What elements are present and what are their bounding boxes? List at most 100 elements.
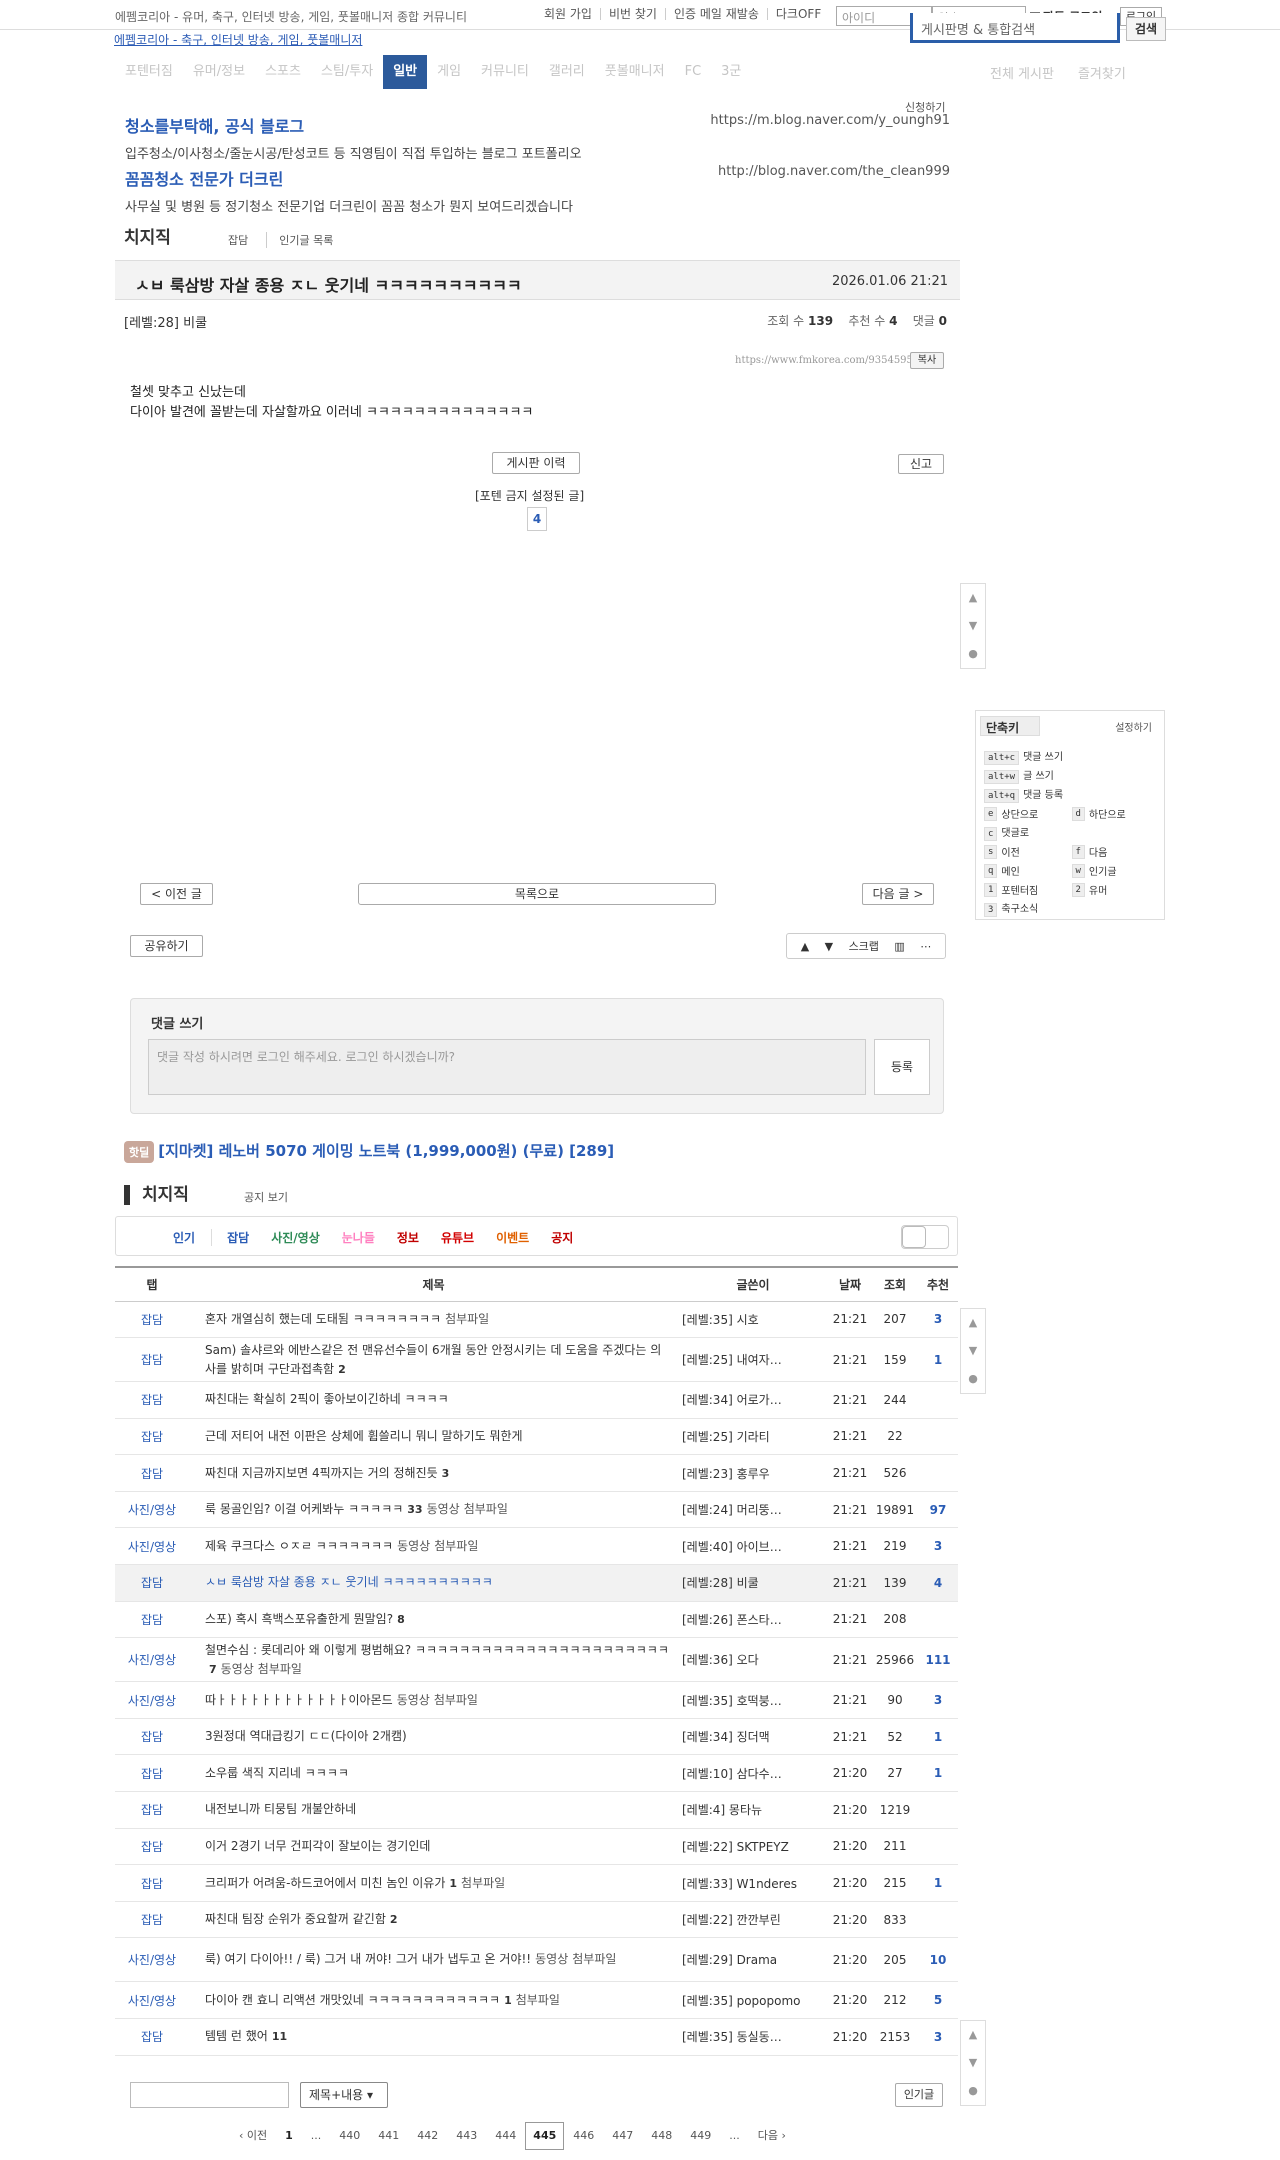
row-category[interactable]: 잡담 bbox=[115, 2018, 189, 2056]
row-title[interactable]: 짜친대 지금까지보면 4픽까지는 거의 정해진듯 bbox=[205, 1466, 438, 1480]
category-tab[interactable]: 공지 bbox=[540, 1229, 584, 1246]
row-title[interactable]: 따ㅏㅏㅏㅏㅏㅏㅏㅏㅏㅏㅏㅏ이아몬드 bbox=[205, 1693, 393, 1707]
scroll-up-icon[interactable]: ▲ bbox=[961, 584, 985, 612]
table-row[interactable]: 잡담 Sam) 솔샤르와 에반스같은 전 맨유선수들이 6개월 동안 안정시키는 … bbox=[115, 1337, 958, 1383]
table-row[interactable]: 잡담 근데 저티어 내전 이판은 상체에 휩쓸리니 뭐니 말하기도 뭐한게 [레벨:… bbox=[115, 1418, 958, 1456]
row-comment-count[interactable]: 3 bbox=[442, 1467, 450, 1480]
row-title[interactable]: 짜친대 팀장 순위가 중요할꺼 같긴함 bbox=[205, 1912, 386, 1926]
ad-title[interactable]: 꼼꼼청소 전문가 더크린 bbox=[125, 166, 573, 190]
nav-item-sports[interactable]: 스포츠 bbox=[255, 55, 311, 89]
category-tab[interactable]: 사진/영상 bbox=[260, 1229, 331, 1246]
scroll-up-icon[interactable]: ▲ bbox=[801, 940, 809, 953]
stats-icon[interactable]: ▥ bbox=[894, 940, 904, 953]
row-title[interactable]: 근데 저티어 내전 이판은 상체에 휩쓸리니 뭐니 말하기도 뭐한게 bbox=[205, 1429, 523, 1443]
comment-textarea[interactable]: 댓글 작성 하시려면 로그인 해주세요. 로그인 하시겠습니까? bbox=[148, 1039, 866, 1095]
row-author[interactable]: [레벨:10] 삼다수… bbox=[678, 1754, 828, 1793]
row-category[interactable]: 사진/영상 bbox=[115, 1681, 189, 1719]
row-category[interactable]: 잡담 bbox=[115, 1791, 189, 1829]
row-title[interactable]: 혼자 개열심히 했는데 도태됨 ㅋㅋㅋㅋㅋㅋㅋㅋ bbox=[205, 1312, 441, 1326]
page-link[interactable]: 448 bbox=[642, 2123, 681, 2149]
row-comment-count[interactable]: 11 bbox=[272, 2030, 287, 2043]
global-search-button[interactable]: 검색 bbox=[1126, 17, 1166, 41]
row-author[interactable]: [레벨:35] 시호 bbox=[678, 1301, 828, 1339]
category-tab[interactable]: 잡담 bbox=[216, 1229, 260, 1246]
row-author[interactable]: [레벨:34] 징더맥 bbox=[678, 1718, 828, 1756]
board-title[interactable]: 치지직 bbox=[124, 223, 171, 248]
table-row[interactable]: 잡담 짜친대 지금까지보면 4픽까지는 거의 정해진듯 3 [레벨:23] 홍루우 21… bbox=[115, 1454, 958, 1492]
nav-item-fc[interactable]: FC bbox=[675, 55, 712, 89]
category-tab[interactable]: 눈나들 bbox=[331, 1229, 386, 1246]
table-row[interactable]: 잡담 스포) 혹시 흑백스포유출한게 뭔말임? 8 [레벨:26] 폰스타… 21:21… bbox=[115, 1601, 958, 1639]
recommend-count[interactable]: 4 bbox=[527, 507, 547, 531]
scroll-down-icon[interactable]: ▼ bbox=[825, 940, 833, 953]
row-category[interactable]: 잡담 bbox=[115, 1381, 189, 1419]
row-author[interactable]: [레벨:29] Drama bbox=[678, 1937, 828, 1983]
row-comment-count[interactable]: 1 bbox=[449, 1877, 457, 1890]
copy-url-button[interactable]: 복사 bbox=[910, 352, 944, 369]
row-comment-count[interactable]: 8 bbox=[397, 1613, 405, 1626]
nav-item-3gun[interactable]: 3군 bbox=[711, 55, 751, 89]
report-button[interactable]: 신고 bbox=[898, 454, 944, 474]
comment-submit-button[interactable]: 등록 bbox=[874, 1039, 930, 1095]
page-link[interactable]: 다음 › bbox=[749, 2123, 795, 2149]
row-category[interactable]: 잡담 bbox=[115, 1418, 189, 1456]
post-url[interactable]: https://www.fmkorea.com/9354595173 bbox=[735, 355, 932, 366]
shortcut-settings-link[interactable]: 설정하기 bbox=[1115, 719, 1152, 734]
board-tab-chat[interactable]: 잡담 bbox=[228, 232, 248, 248]
row-category[interactable]: 잡담 bbox=[115, 1718, 189, 1756]
board-tab-popular[interactable]: 인기글 목록 bbox=[266, 232, 333, 248]
row-title[interactable]: 이거 2경기 너무 건피각이 잘보이는 경기인데 bbox=[205, 1839, 430, 1853]
nav-item-game[interactable]: 게임 bbox=[427, 55, 471, 89]
row-category[interactable]: 잡담 bbox=[115, 1337, 189, 1383]
ad-title[interactable]: 청소를부탁해, 공식 블로그 bbox=[125, 113, 582, 137]
scroll-down-icon[interactable]: ▼ bbox=[961, 1337, 985, 1365]
row-title[interactable]: ㅅㅂ 룩삼방 자살 종용 ㅈㄴ 웃기네 ㅋㅋㅋㅋㅋㅋㅋㅋㅋㅋ bbox=[205, 1575, 493, 1589]
find-password-link[interactable]: 비번 찾기 bbox=[599, 8, 665, 20]
table-row[interactable]: 잡담 템템 런 했어 11 [레벨:35] 동실동… 21:20 2153 3 bbox=[115, 2018, 958, 2056]
row-author[interactable]: [레벨:33] W1nderes bbox=[678, 1864, 828, 1902]
row-category[interactable]: 잡담 bbox=[115, 1864, 189, 1902]
scroll-down-icon[interactable]: ▼ bbox=[961, 612, 985, 640]
comment-jump-icon[interactable]: ● bbox=[961, 2077, 985, 2105]
all-boards-link[interactable]: 전체 게시판 bbox=[990, 63, 1054, 82]
list-board-title[interactable]: 치지직 bbox=[124, 1185, 189, 1205]
nav-item-gallery[interactable]: 갤러리 bbox=[539, 55, 595, 89]
table-row[interactable]: 사진/영상 룩 몽골인임? 이걸 어케봐누 ㅋㅋㅋㅋㅋ 33 동영상 첨부파일 [레벨:2… bbox=[115, 1491, 958, 1529]
row-category[interactable]: 잡담 bbox=[115, 1901, 189, 1939]
scroll-up-icon[interactable]: ▲ bbox=[961, 1309, 985, 1337]
row-comment-count[interactable]: 2 bbox=[338, 1363, 346, 1376]
nav-item-invest[interactable]: 스팀/투자 bbox=[311, 55, 383, 89]
row-author[interactable]: [레벨:35] 호떡붕… bbox=[678, 1681, 828, 1719]
row-title[interactable]: 3원정대 역대급킹기 ㄷㄷ(다이아 2개캠) bbox=[205, 1729, 407, 1743]
row-author[interactable]: [레벨:35] 동실동… bbox=[678, 2018, 828, 2056]
row-author[interactable]: [레벨:26] 폰스타… bbox=[678, 1601, 828, 1639]
table-row[interactable]: 잡담 짜친대 팀장 순위가 중요할꺼 같긴함 2 [레벨:22] 깐깐부린 21:20 8… bbox=[115, 1901, 958, 1939]
table-row[interactable]: 잡담 짜친대는 확실히 2픽이 좋아보이긴하네 ㅋㅋㅋㅋ [레벨:34] 어로가… 2… bbox=[115, 1381, 958, 1419]
row-title[interactable]: 짜친대는 확실히 2픽이 좋아보이긴하네 ㅋㅋㅋㅋ bbox=[205, 1392, 449, 1406]
category-tab[interactable]: 이벤트 bbox=[485, 1229, 540, 1246]
row-category[interactable]: 사진/영상 bbox=[115, 1981, 189, 2019]
table-row[interactable]: 사진/영상 제육 쿠크다스 ㅇㅈㄹ ㅋㅋㅋㅋㅋㅋㅋ 동영상 첨부파일 [레벨:40] 아… bbox=[115, 1527, 958, 1566]
back-to-list-button[interactable]: 목록으로 bbox=[358, 883, 716, 905]
page-link[interactable]: ... bbox=[302, 2123, 331, 2149]
row-comment-count[interactable]: 2 bbox=[390, 1913, 398, 1926]
search-option-select[interactable]: 제목+내용 ▾ bbox=[300, 2082, 388, 2108]
row-author[interactable]: [레벨:35] popopomo bbox=[678, 1981, 828, 2019]
row-title[interactable]: 스포) 혹시 흑백스포유출한게 뭔말임? bbox=[205, 1612, 393, 1626]
notice-view-link[interactable]: 공지 보기 bbox=[244, 1189, 288, 1205]
page-link[interactable]: 443 bbox=[447, 2123, 486, 2149]
row-comment-count[interactable]: 33 bbox=[407, 1503, 422, 1516]
table-row[interactable]: 잡담 이거 2경기 너무 건피각이 잘보이는 경기인데 [레벨:22] SKTPEY… bbox=[115, 1828, 958, 1866]
page-link[interactable]: ... bbox=[720, 2123, 749, 2149]
hotdeal-text[interactable]: [지마켓] 레노버 5070 게이밍 노트북 (1,999,000원) (무료)… bbox=[158, 1142, 614, 1160]
scroll-down-icon[interactable]: ▼ bbox=[961, 2049, 985, 2077]
row-category[interactable]: 잡담 bbox=[115, 1564, 189, 1602]
ad-item[interactable]: 꼼꼼청소 전문가 더크린 사무실 및 병원 등 정기청소 전문기업 더크린이 꼼… bbox=[125, 166, 573, 215]
row-author[interactable]: [레벨:24] 머리뚱… bbox=[678, 1491, 828, 1529]
table-row[interactable]: 사진/영상 룩) 여기 다이아!! / 룩) 그거 내 꺼야! 그거 내가 냅두고… bbox=[115, 1937, 958, 1983]
page-link[interactable]: 442 bbox=[408, 2123, 447, 2149]
comment-jump-icon[interactable]: ● bbox=[961, 640, 985, 668]
page-link[interactable]: 441 bbox=[369, 2123, 408, 2149]
row-category[interactable]: 잡담 bbox=[115, 1828, 189, 1866]
nav-item-general[interactable]: 일반 bbox=[383, 55, 428, 89]
